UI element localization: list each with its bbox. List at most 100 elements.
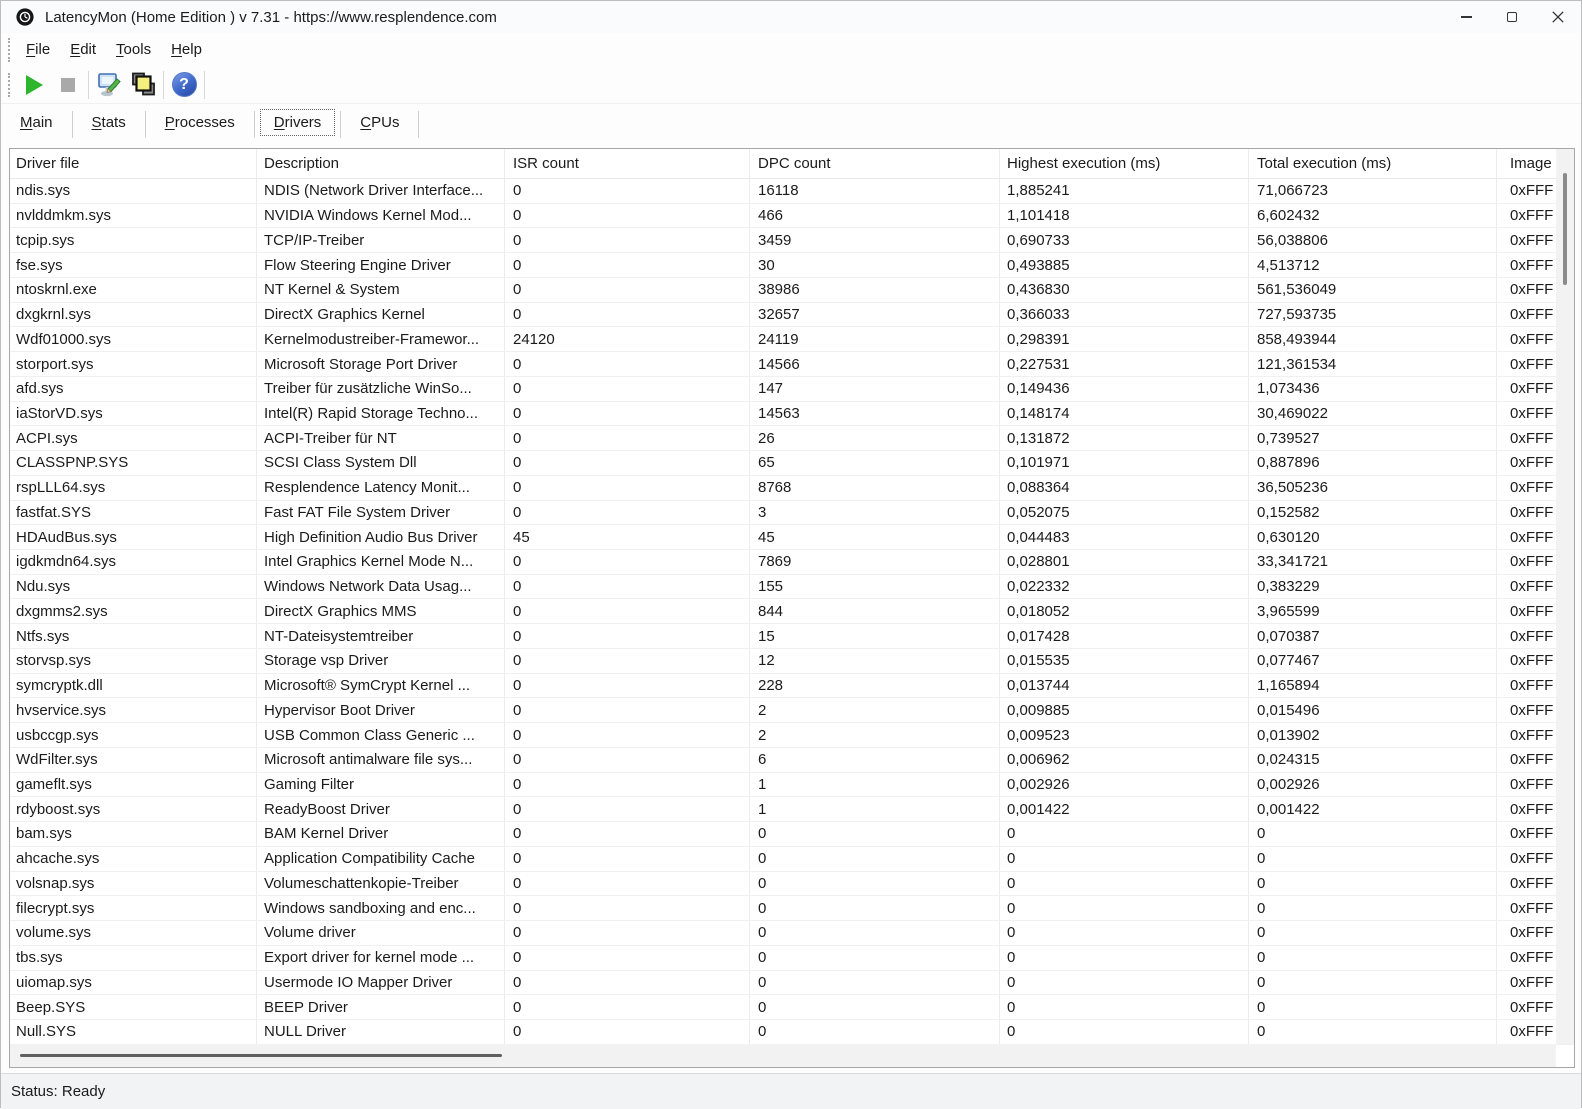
stop-icon — [61, 78, 75, 92]
help-button[interactable]: ? — [167, 70, 201, 100]
horizontal-scrollbar[interactable] — [10, 1044, 1556, 1067]
table-cell: uiomap.sys — [10, 971, 257, 995]
table-row[interactable]: CLASSPNP.SYSSCSI Class System Dll0650,10… — [10, 451, 1574, 476]
table-cell: 0 — [505, 624, 750, 648]
column-header-total-execution-ms-[interactable]: Total execution (ms) — [1249, 149, 1497, 178]
table-cell: 38986 — [750, 278, 1000, 302]
toolbar-separator — [88, 71, 89, 99]
table-row[interactable]: igdkmdn64.sysIntel Graphics Kernel Mode … — [10, 550, 1574, 575]
table-cell: 30 — [750, 253, 1000, 277]
table-cell: 1 — [750, 797, 1000, 821]
copy-report-button[interactable] — [126, 70, 160, 100]
table-row[interactable]: Beep.SYSBEEP Driver00000xFFF — [10, 995, 1574, 1020]
close-button[interactable] — [1535, 1, 1581, 33]
table-row[interactable]: hvservice.sysHypervisor Boot Driver020,0… — [10, 698, 1574, 723]
table-row[interactable]: fastfat.SYSFast FAT File System Driver03… — [10, 501, 1574, 526]
stop-monitor-button[interactable] — [51, 70, 85, 100]
menu-item-file[interactable]: File — [17, 37, 59, 62]
table-cell: USB Common Class Generic ... — [257, 723, 505, 747]
table-row[interactable]: uiomap.sysUsermode IO Mapper Driver00000… — [10, 971, 1574, 996]
table-row[interactable]: ahcache.sysApplication Compatibility Cac… — [10, 847, 1574, 872]
table-cell: Resplendence Latency Monit... — [257, 476, 505, 500]
table-row[interactable]: HDAudBus.sysHigh Definition Audio Bus Dr… — [10, 525, 1574, 550]
table-row[interactable]: filecrypt.sysWindows sandboxing and enc.… — [10, 896, 1574, 921]
tab-cpus[interactable]: CPUs — [347, 110, 412, 135]
table-cell: 0 — [1249, 1020, 1497, 1044]
table-cell: 121,361534 — [1249, 352, 1497, 376]
table-row[interactable]: storport.sysMicrosoft Storage Port Drive… — [10, 352, 1574, 377]
table-cell: storport.sys — [10, 352, 257, 376]
table-cell: hvservice.sys — [10, 698, 257, 722]
toolbar-gripper[interactable] — [8, 73, 11, 97]
table-row[interactable]: tcpip.sysTCP/IP-Treiber034590,69073356,0… — [10, 228, 1574, 253]
table-cell: Microsoft antimalware file sys... — [257, 748, 505, 772]
table-row[interactable]: storvsp.sysStorage vsp Driver0120,015535… — [10, 649, 1574, 674]
menu-item-help[interactable]: Help — [162, 37, 211, 62]
table-cell: 0,149436 — [1000, 377, 1249, 401]
table-cell: NT-Dateisystemtreiber — [257, 624, 505, 648]
status-bar: Status: Ready — [1, 1073, 1581, 1109]
table-row[interactable]: ntoskrnl.exeNT Kernel & System0389860,43… — [10, 278, 1574, 303]
table-row[interactable]: dxgkrnl.sysDirectX Graphics Kernel032657… — [10, 303, 1574, 328]
table-row[interactable]: WdFilter.sysMicrosoft antimalware file s… — [10, 748, 1574, 773]
table-cell: 0,028801 — [1000, 550, 1249, 574]
table-cell: 1,165894 — [1249, 674, 1497, 698]
table-cell: 0 — [505, 1020, 750, 1044]
vertical-scrollbar-thumb[interactable] — [1563, 173, 1567, 285]
tab-separator — [340, 111, 341, 138]
table-row[interactable]: gameflt.sysGaming Filter010,0029260,0029… — [10, 773, 1574, 798]
menu-item-edit[interactable]: Edit — [61, 37, 105, 62]
column-header-highest-execution-ms-[interactable]: Highest execution (ms) — [1000, 149, 1249, 178]
table-cell: 0 — [1000, 946, 1249, 970]
table-cell: 0 — [750, 995, 1000, 1019]
table-cell: 0 — [505, 723, 750, 747]
table-row[interactable]: Ndu.sysWindows Network Data Usag...01550… — [10, 575, 1574, 600]
table-row[interactable]: dxgmms2.sysDirectX Graphics MMS08440,018… — [10, 599, 1574, 624]
tab-drivers[interactable]: Drivers — [261, 110, 335, 135]
options-button[interactable] — [92, 70, 126, 100]
table-cell: 0,022332 — [1000, 575, 1249, 599]
table-cell: NULL Driver — [257, 1020, 505, 1044]
menu-item-tools[interactable]: Tools — [107, 37, 160, 62]
table-row[interactable]: rdyboost.sysReadyBoost Driver010,0014220… — [10, 797, 1574, 822]
tab-processes[interactable]: Processes — [152, 110, 248, 135]
table-row[interactable]: volume.sysVolume driver00000xFFF — [10, 921, 1574, 946]
table-cell: 6 — [750, 748, 1000, 772]
window-title: LatencyMon (Home Edition ) v 7.31 - http… — [45, 9, 497, 26]
table-row[interactable]: ndis.sysNDIS (Network Driver Interface..… — [10, 179, 1574, 204]
table-row[interactable]: fse.sysFlow Steering Engine Driver0300,4… — [10, 253, 1574, 278]
vertical-scrollbar[interactable] — [1556, 149, 1574, 1044]
table-row[interactable]: volsnap.sysVolumeschattenkopie-Treiber00… — [10, 872, 1574, 897]
table-cell: 1 — [750, 773, 1000, 797]
table-row[interactable]: rspLLL64.sysResplendence Latency Monit..… — [10, 476, 1574, 501]
tab-stats[interactable]: Stats — [79, 110, 139, 135]
table-cell: 36,505236 — [1249, 476, 1497, 500]
table-cell: 0,018052 — [1000, 599, 1249, 623]
table-row[interactable]: tbs.sysExport driver for kernel mode ...… — [10, 946, 1574, 971]
table-row[interactable]: usbccgp.sysUSB Common Class Generic ...0… — [10, 723, 1574, 748]
table-row[interactable]: afd.sysTreiber für zusätzliche WinSo...0… — [10, 377, 1574, 402]
menubar-gripper[interactable] — [8, 38, 11, 62]
table-cell: 0 — [505, 896, 750, 920]
column-header-description[interactable]: Description — [257, 149, 505, 178]
table-row[interactable]: bam.sysBAM Kernel Driver00000xFFF — [10, 822, 1574, 847]
start-monitor-button[interactable] — [17, 70, 51, 100]
table-row[interactable]: ACPI.sysACPI-Treiber für NT0260,1318720,… — [10, 426, 1574, 451]
table-cell: 0 — [1249, 872, 1497, 896]
table-row[interactable]: symcryptk.dllMicrosoft® SymCrypt Kernel … — [10, 674, 1574, 699]
tab-main[interactable]: Main — [7, 110, 66, 135]
horizontal-scrollbar-thumb[interactable] — [20, 1054, 502, 1057]
table-row[interactable]: iaStorVD.sysIntel(R) Rapid Storage Techn… — [10, 402, 1574, 427]
table-row[interactable]: Null.SYSNULL Driver00000xFFF — [10, 1020, 1574, 1045]
table-cell: 2 — [750, 698, 1000, 722]
table-cell: Kernelmodustreiber-Framewor... — [257, 327, 505, 351]
table-row[interactable]: Wdf01000.sysKernelmodustreiber-Framewor.… — [10, 327, 1574, 352]
table-row[interactable]: Ntfs.sysNT-Dateisystemtreiber0150,017428… — [10, 624, 1574, 649]
maximize-button[interactable] — [1489, 1, 1535, 33]
column-header-isr-count[interactable]: ISR count — [505, 149, 750, 178]
table-row[interactable]: nvlddmkm.sysNVIDIA Windows Kernel Mod...… — [10, 204, 1574, 229]
column-header-dpc-count[interactable]: DPC count — [750, 149, 1000, 178]
table-cell: Treiber für zusätzliche WinSo... — [257, 377, 505, 401]
minimize-button[interactable] — [1443, 1, 1489, 33]
column-header-driver-file[interactable]: Driver file — [10, 149, 257, 178]
